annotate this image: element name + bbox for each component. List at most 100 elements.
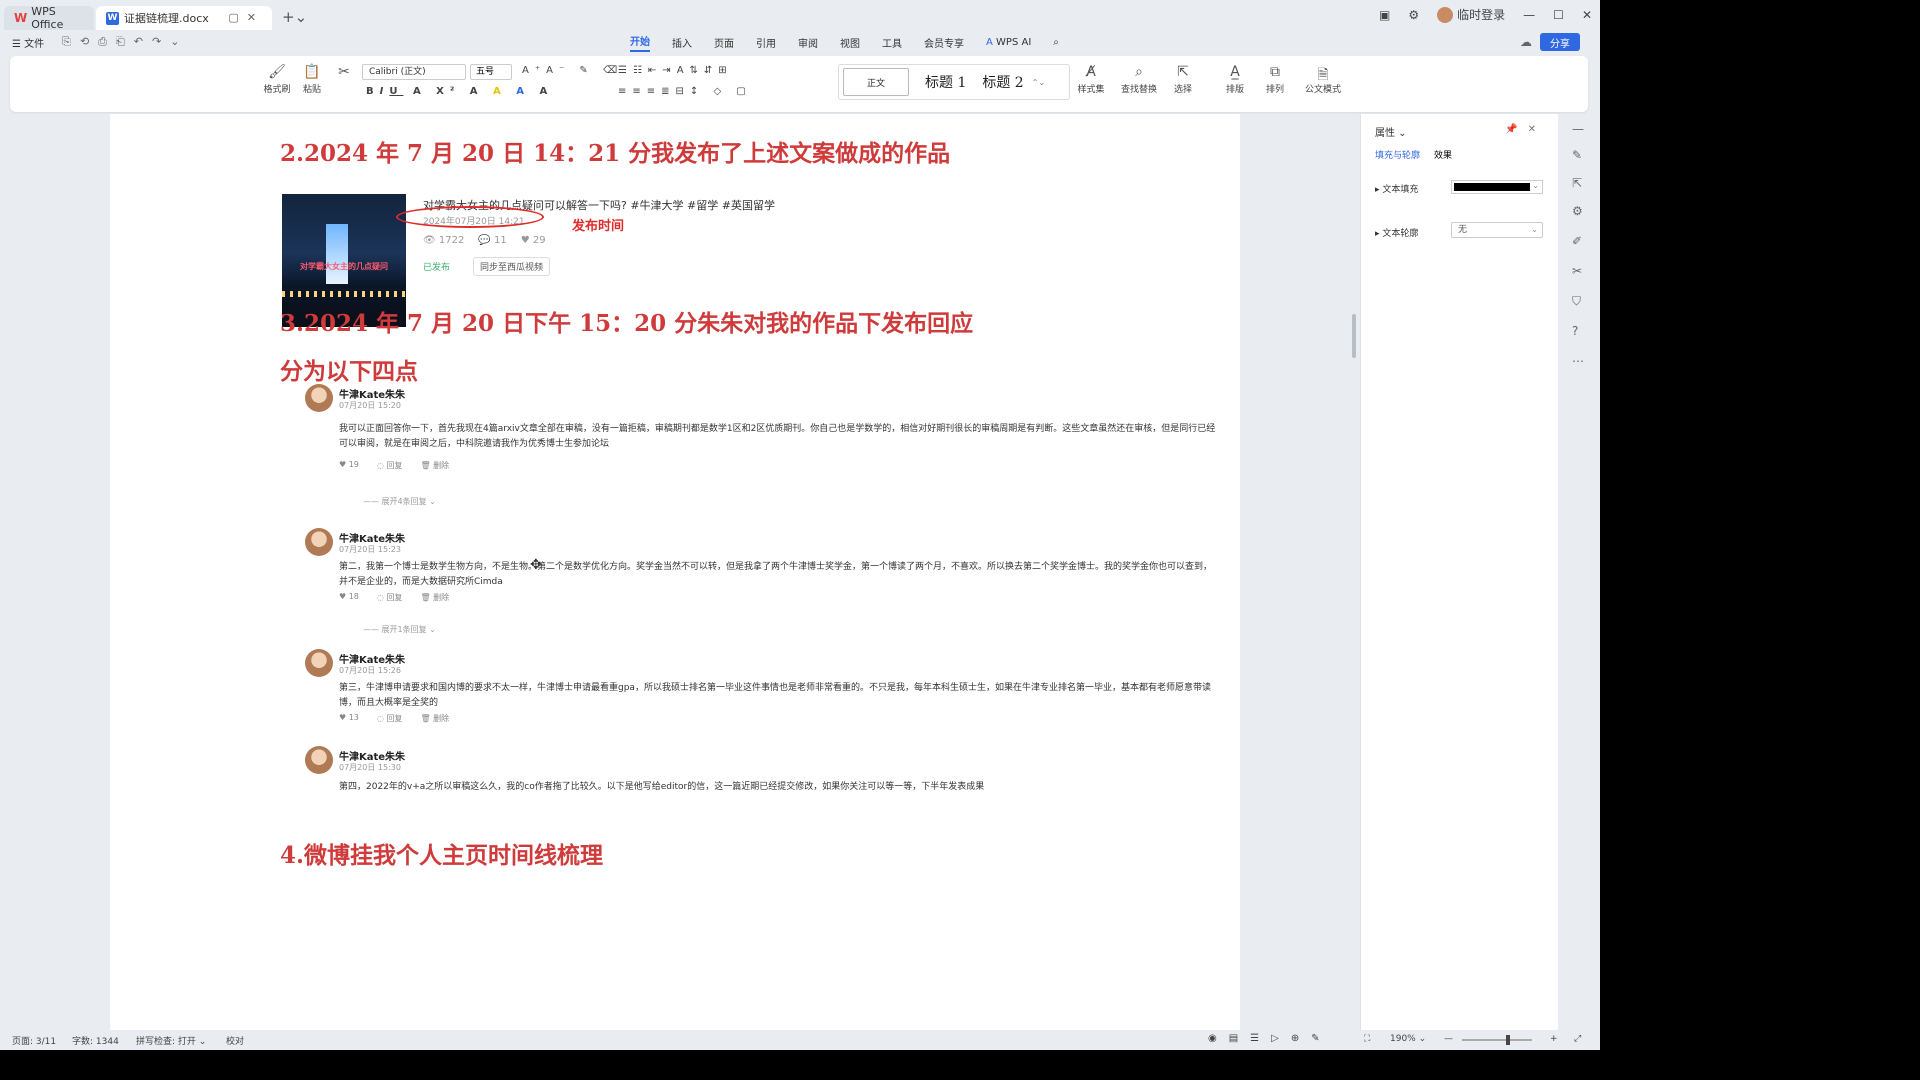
share-button[interactable]: 分享: [1540, 33, 1580, 51]
style-set-button[interactable]: A̸ 样式集: [1074, 64, 1108, 95]
tab-page[interactable]: 页面: [714, 35, 734, 50]
tab-tools[interactable]: 工具: [882, 35, 902, 50]
text-outline-row: ▸ 文本轮廓: [1375, 229, 1419, 239]
style-normal[interactable]: 正文: [843, 68, 909, 96]
cut-button[interactable]: ✂: [334, 64, 354, 82]
avatar: [1437, 6, 1454, 23]
settings-icon[interactable]: ⚙: [1408, 8, 1419, 22]
fullscreen-icon[interactable]: ⤢: [1574, 1034, 1581, 1044]
text-fill-color-picker[interactable]: ⌄: [1451, 180, 1543, 194]
layout-icon[interactable]: ▣: [1379, 8, 1390, 22]
word-count[interactable]: 字数: 1344: [72, 1034, 119, 1047]
proofread[interactable]: 校对: [226, 1034, 244, 1047]
comment-author: 牛津Kate朱朱: [339, 534, 406, 545]
tab-insert[interactable]: 插入: [672, 35, 692, 50]
file-menu[interactable]: ☰ 文件: [12, 35, 44, 50]
view-mode-icons[interactable]: ◉▤☰▷⊕✎: [1208, 1033, 1332, 1044]
style-heading-1[interactable]: 标题 1: [925, 72, 966, 92]
fit-icon[interactable]: ⛶: [1364, 1034, 1370, 1044]
wps-ai-label: WPS AI: [996, 36, 1032, 48]
arrange-button[interactable]: ⧉ 排列: [1260, 64, 1290, 95]
font-adjust-buttons[interactable]: A⁺A⁻ ✎ ⌫: [522, 65, 623, 76]
menu-bar: ☰ 文件 ⎘⟲⎙⎗↶↷⌄ 开始 插入 页面 引用 审阅 视图 工具 会员专享 A…: [0, 30, 1600, 54]
properties-panel: 属性 ⌄ 📌✕ 填充与轮廓 效果 ▸ 文本填充 ⌄ ▸ 文本轮廓 无 ⌄: [1360, 114, 1558, 1030]
font-family-select[interactable]: Calibri (正文): [362, 64, 466, 80]
properties-icon[interactable]: ⚙: [1572, 204, 1583, 218]
tab-close-icon[interactable]: ▢✕: [228, 11, 264, 24]
ai-icon: A: [986, 36, 993, 48]
quick-access-toolbar[interactable]: ⎘⟲⎙⎗↶↷⌄: [62, 35, 188, 49]
document-page[interactable]: 2.2024 年 7 月 20 日 14：21 分我发布了上述文案做成的作品 对…: [110, 114, 1240, 1030]
zoom-slider-handle[interactable]: [1506, 1035, 1510, 1045]
tab-effect[interactable]: 效果: [1434, 148, 1452, 161]
comment-actions: ♥ 13 ◌ 回复 🗑 删除: [339, 713, 449, 724]
zoom-slider[interactable]: [1462, 1039, 1532, 1041]
shirt-icon[interactable]: ⛉: [1572, 294, 1581, 309]
style-gallery: 正文 标题 1 标题 2 ⌃⌄: [838, 64, 1070, 100]
new-tab-button[interactable]: +⌄: [282, 8, 307, 26]
close-window-button[interactable]: ✕: [1582, 8, 1592, 22]
collapse-icon[interactable]: —: [1572, 122, 1584, 136]
search-icon[interactable]: ⌕: [1053, 37, 1059, 48]
zoom-in-button[interactable]: +: [1550, 1034, 1558, 1044]
comment-text: 第二，我第一个博士是数学生物方向，不是生物。第二个是数学优化方向。奖学金当然不可…: [339, 562, 1213, 587]
minimize-button[interactable]: —: [1523, 8, 1535, 22]
vertical-scrollbar[interactable]: [1350, 114, 1360, 1030]
layout-button[interactable]: A̲ 排版: [1220, 64, 1250, 95]
tab-member[interactable]: 会员专享: [924, 35, 964, 50]
tab-wps-office[interactable]: W WPS Office: [4, 5, 94, 31]
tab-view[interactable]: 视图: [840, 35, 860, 50]
page-indicator[interactable]: 页面: 3/11: [12, 1034, 56, 1047]
find-replace-button[interactable]: ⌕ 查找替换: [1118, 64, 1160, 95]
format-painter-button[interactable]: 🖌 格式刷: [262, 64, 292, 95]
scrollbar-thumb[interactable]: [1352, 314, 1356, 358]
style-gallery-scroll-icon[interactable]: ⌃⌄: [1032, 78, 1045, 87]
zoom-out-button[interactable]: —: [1444, 1034, 1453, 1044]
list-buttons[interactable]: ☰☷⇤⇥A⇅⇵⊞: [618, 65, 733, 76]
comment-time: 07月20日 15:26: [339, 666, 401, 675]
brush-icon: 🖌: [268, 64, 286, 80]
cloud-icon[interactable]: ☁: [1520, 35, 1532, 49]
paste-button[interactable]: 📋 粘贴: [298, 64, 326, 95]
more-icon[interactable]: ⋯: [1572, 354, 1584, 368]
tools-icon[interactable]: ✂: [1572, 264, 1582, 278]
tab-home[interactable]: 开始: [630, 33, 650, 52]
edit-icon[interactable]: ✐: [1572, 234, 1582, 248]
spell-check-label: 拼写检查: 打开: [136, 1037, 196, 1047]
comment-time: 07月20日 15:20: [339, 401, 401, 410]
format-painter-label: 格式刷: [263, 85, 291, 95]
tab-document[interactable]: W 证据链梳理.docx ▢✕: [96, 6, 272, 30]
comments-stat: 💬 11: [478, 235, 506, 246]
like-value: 13: [348, 713, 359, 722]
tab-references[interactable]: 引用: [756, 35, 776, 50]
user-login[interactable]: 临时登录: [1437, 6, 1505, 23]
alignment-buttons[interactable]: ≡≡≡≣⊟↕ ◇ ▢: [618, 86, 752, 97]
pen-icon[interactable]: ✎: [1572, 148, 1582, 162]
help-icon[interactable]: ?: [1572, 324, 1578, 338]
text-format-buttons[interactable]: BIU A X² A A A A: [366, 86, 553, 97]
title-bar: W WPS Office W 证据链梳理.docx ▢✕ +⌄ ▣ ⚙ 临时登录…: [0, 0, 1600, 31]
zoom-level[interactable]: 190% ⌄: [1390, 1034, 1426, 1044]
tab-wps-ai[interactable]: A WPS AI: [986, 37, 1031, 48]
comment-author: 牛津Kate朱朱: [339, 655, 406, 666]
tab-fill-outline[interactable]: 填充与轮廓: [1375, 148, 1420, 161]
font-size-select[interactable]: 五号: [470, 64, 512, 80]
panel-pin-close-icon[interactable]: 📌✕: [1505, 124, 1546, 135]
heading-3: 3.2024 年 7 月 20 日下午 15：20 分朱朱对我的作品下发布回应: [280, 310, 974, 337]
maximize-button[interactable]: ☐: [1553, 8, 1564, 22]
ribbon-toolbar: 🖌 格式刷 📋 粘贴 ✂ Calibri (正文) 五号 A⁺A⁻ ✎ ⌫ BIU …: [10, 56, 1588, 112]
text-outline-select[interactable]: 无 ⌄: [1451, 222, 1543, 238]
tab-review[interactable]: 审阅: [798, 35, 818, 50]
spell-check[interactable]: 拼写检查: 打开 ⌄: [136, 1034, 206, 1047]
comment-text: 第三，牛津博申请要求和国内博的要求不太一样，牛津博士申请最看重gpa，所以我硕士…: [339, 683, 1211, 708]
zoom-value: 190%: [1390, 1034, 1416, 1044]
select-icon[interactable]: ⇱: [1572, 176, 1582, 190]
delete-action: 🗑 删除: [420, 460, 449, 471]
style-heading-2[interactable]: 标题 2: [982, 72, 1023, 92]
trash-icon: 🗑: [420, 714, 431, 723]
avatar: [305, 746, 333, 774]
select-button[interactable]: ⇱ 选择: [1168, 64, 1198, 95]
document-icon: 🗎: [1317, 67, 1329, 83]
doc-mode-button[interactable]: 🗎 公文模式: [1302, 64, 1344, 95]
text-outline-label: 文本轮廓: [1382, 229, 1419, 239]
